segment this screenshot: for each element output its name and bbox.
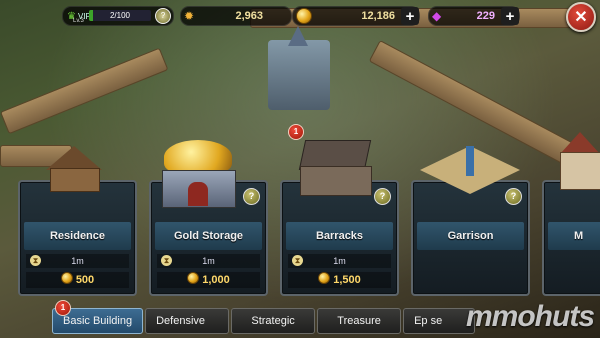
tab-epic[interactable]: Ep se [403, 308, 476, 334]
add-gems-button[interactable]: + [501, 7, 519, 25]
vip-level: Lv.3 [73, 18, 84, 24]
castle-wall [0, 47, 169, 135]
gold-resource[interactable]: 12,186 + [292, 6, 420, 26]
residence-building-image [38, 146, 110, 192]
top-resource-bar: ♛ VIP 2/100 Lv.3 ? ✹ 2,963 12,186 + ◆ 22… [0, 0, 600, 32]
build-cost: 1,500 [288, 272, 391, 288]
hourglass-icon: ⧗ [292, 255, 303, 266]
map-notification-badge[interactable]: 1 [288, 124, 304, 140]
vip-status[interactable]: ♛ VIP 2/100 Lv.3 ? [62, 6, 174, 26]
barracks-building-image [292, 140, 378, 200]
hourglass-icon: ⧗ [30, 255, 41, 266]
castle-tower [268, 40, 330, 110]
partial-building-image [556, 132, 600, 192]
building-card-garrison[interactable]: ? Garrison [411, 180, 530, 296]
build-time: ⧗ 1m [157, 254, 260, 268]
build-time: ⧗ 1m [288, 254, 391, 268]
build-time: ⧗ 1m [26, 254, 129, 268]
food-resource[interactable]: ✹ 2,963 [180, 6, 292, 26]
tab-defensive[interactable]: Defensive [145, 308, 230, 334]
vip-progress-bar: 2/100 [89, 10, 151, 21]
tab-strategic[interactable]: Strategic [231, 308, 316, 334]
building-card-residence[interactable]: Residence ⧗ 1m 500 [18, 180, 137, 296]
food-amount: 2,963 [235, 10, 263, 22]
gold-coin-icon [60, 272, 73, 284]
building-card-partial[interactable]: M [542, 180, 600, 296]
building-name: Garrison [447, 230, 494, 242]
building-name: M [574, 230, 584, 242]
build-cost: 1,000 [157, 272, 260, 288]
gold-amount: 12,186 [361, 10, 395, 22]
tab-basic-building[interactable]: Basic Building 1 [52, 300, 144, 334]
building-category-tabs: Basic Building 1 Defensive Strategic Tre… [52, 300, 476, 334]
tab-treasure[interactable]: Treasure [317, 308, 402, 334]
garrison-building-image [420, 146, 520, 194]
close-icon: ✕ [574, 9, 588, 26]
building-name: Barracks [315, 230, 364, 242]
gold-coin-icon [296, 8, 312, 24]
gem-resource[interactable]: ◆ 229 + [428, 6, 520, 26]
gold-coin-icon [318, 272, 331, 284]
vip-progress-text: 2/100 [109, 11, 131, 20]
watermark-logo: mmohuts [466, 300, 595, 333]
build-cost: 500 [26, 272, 129, 288]
close-button[interactable]: ✕ [566, 2, 596, 32]
food-icon: ✹ [184, 9, 195, 23]
vip-badge-icon: ? [155, 8, 171, 24]
gold-storage-building-image [158, 140, 238, 212]
gold-coin-icon [187, 272, 200, 284]
gem-amount: 229 [476, 10, 495, 22]
hourglass-icon: ⧗ [161, 255, 172, 266]
tab-notification-badge: 1 [55, 300, 71, 316]
building-name: Residence [49, 230, 106, 242]
gem-icon: ◆ [432, 9, 442, 23]
building-name: Gold Storage [173, 230, 244, 242]
info-icon[interactable]: ? [243, 188, 260, 205]
add-gold-button[interactable]: + [401, 7, 419, 25]
